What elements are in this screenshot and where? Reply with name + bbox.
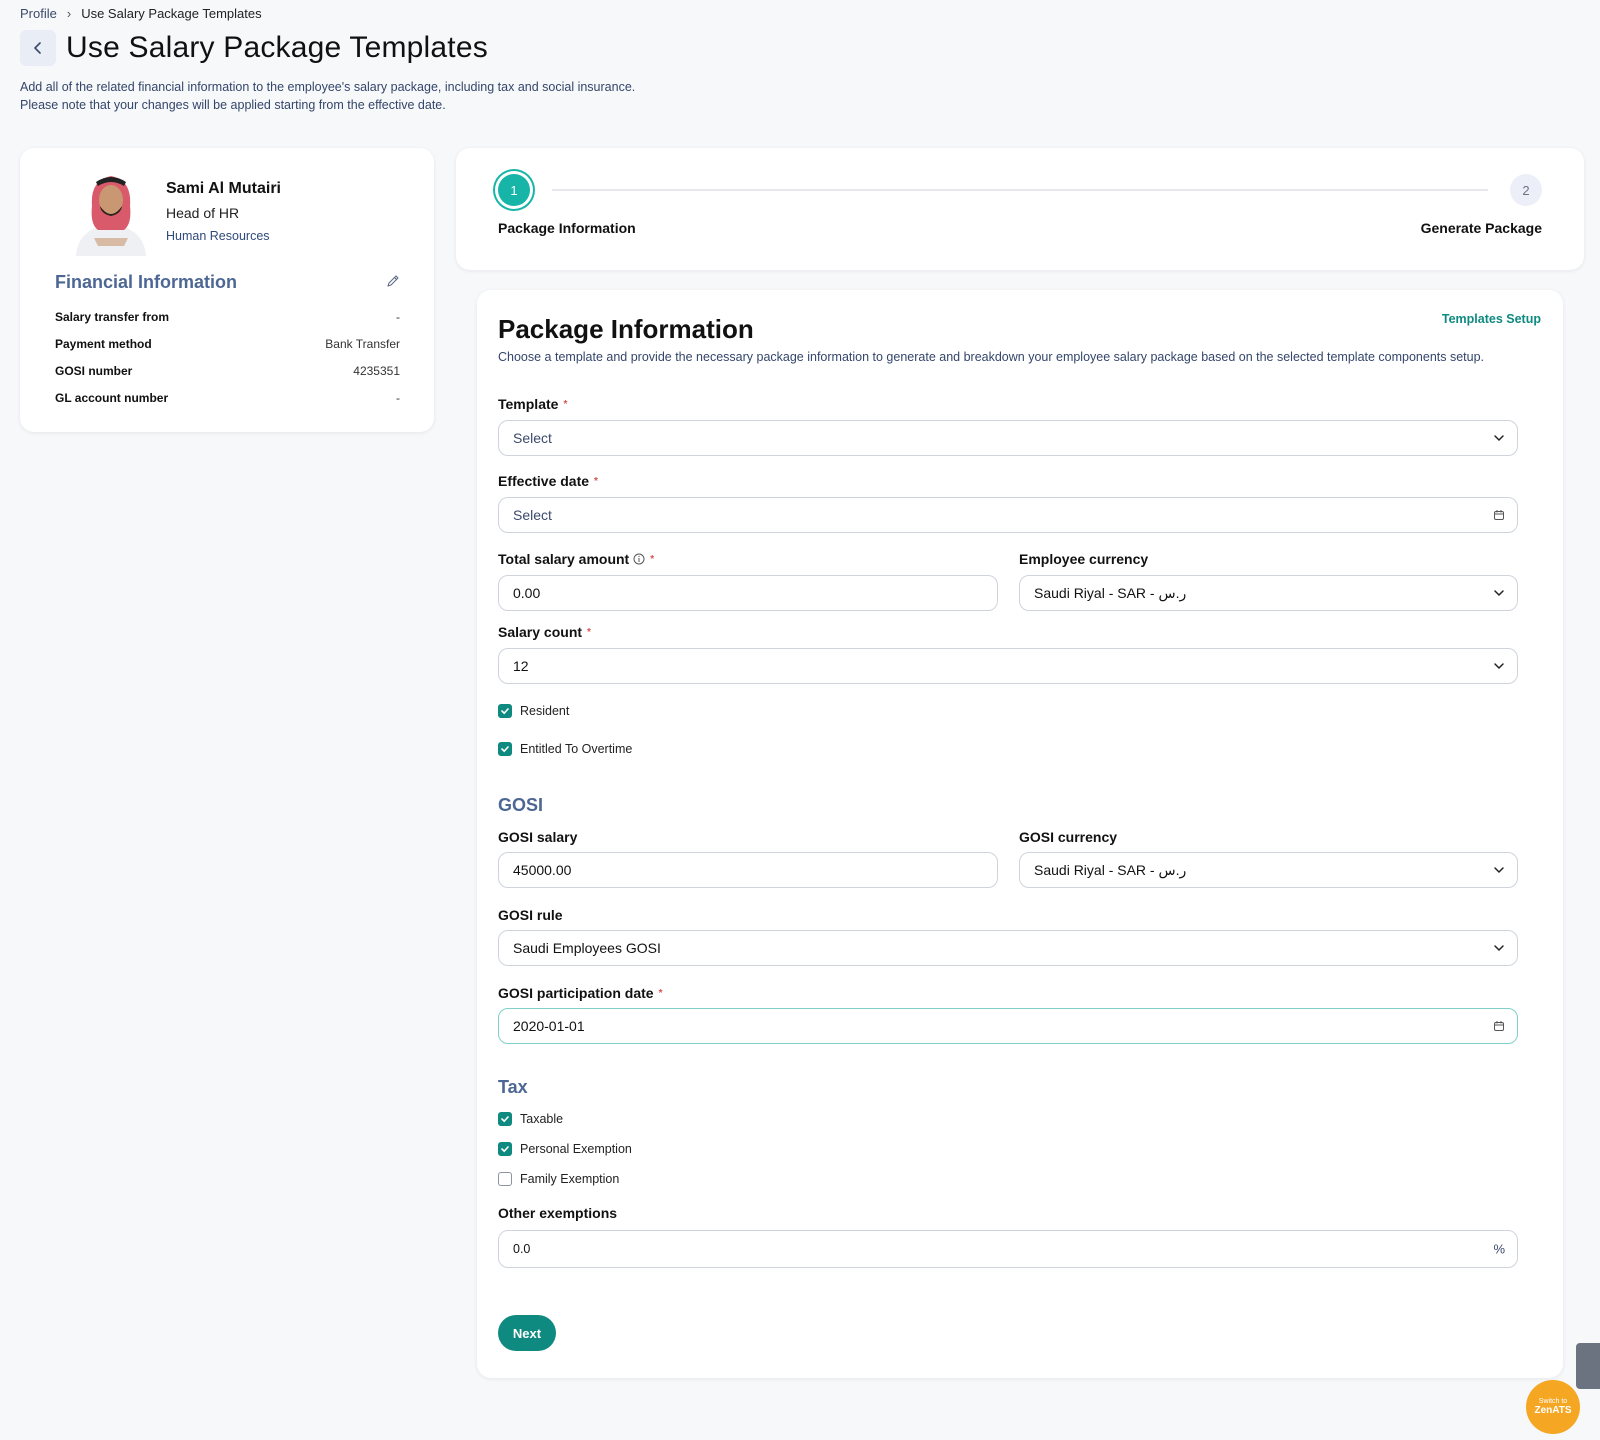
gosi-section-title: GOSI [498,795,544,815]
chevron-down-icon [1493,864,1505,876]
gosi-salary-label: GOSI salary [498,829,578,845]
family-exemption-checkbox[interactable]: Family Exemption [498,1172,619,1186]
step-connector [552,189,1488,191]
breadcrumb-current: Use Salary Package Templates [81,6,262,21]
financial-row: Salary transfer from - [55,310,400,324]
breadcrumb-profile-link[interactable]: Profile [20,6,57,21]
gosi-currency-select[interactable]: Saudi Riyal - SAR - ر.س [1019,852,1518,888]
financial-row-label: GL account number [55,391,169,405]
tax-section-title: Tax [498,1077,528,1097]
chevron-down-icon [1493,942,1505,954]
employee-currency-select[interactable]: Saudi Riyal - SAR - ر.س [1019,575,1518,611]
overtime-checkbox[interactable]: Entitled To Overtime [498,742,632,756]
checkbox-checked-icon [498,704,512,718]
financial-row-label: GOSI number [55,364,133,378]
title-row: Use Salary Package Templates [20,30,488,66]
template-select[interactable]: Select [498,420,1518,456]
financial-row: GL account number - [55,391,400,405]
step-1-indicator[interactable]: 1 [498,174,530,206]
employee-profile-card: Sami Al Mutairi Head of HR Human Resourc… [20,148,434,432]
step-2-indicator[interactable]: 2 [1510,174,1542,206]
chevron-down-icon [1493,660,1505,672]
form-description: Choose a template and provide the necess… [498,350,1485,364]
financial-row-value: - [396,391,400,405]
employee-department-link[interactable]: Human Resources [166,229,270,243]
page-description: Add all of the related financial informa… [20,80,636,112]
avatar [66,166,156,256]
financial-row-label: Payment method [55,337,152,351]
effective-date-label: Effective date * [498,473,598,489]
employee-role: Head of HR [166,205,240,221]
gosi-salary-input[interactable]: 45000.00 [498,852,998,888]
employee-currency-label: Employee currency [1019,551,1149,567]
salary-count-label: Salary count * [498,624,591,640]
scroll-to-top-button[interactable] [1576,1343,1600,1389]
step-1-label: Package Information [498,220,636,236]
percent-suffix: % [1493,1241,1505,1257]
salary-count-select[interactable]: 12 [498,648,1518,684]
financial-row-value: Bank Transfer [325,337,400,351]
checkbox-checked-icon [498,1142,512,1156]
switch-to-zenats-button[interactable]: Switch to ZenATS [1526,1380,1580,1434]
other-exemptions-input[interactable]: 0.0 % [498,1230,1518,1268]
gosi-rule-select[interactable]: Saudi Employees GOSI [498,930,1518,966]
pencil-icon[interactable] [386,274,400,293]
other-exemptions-label: Other exemptions [498,1205,618,1221]
financial-row-value: 4235351 [353,364,400,378]
employee-name: Sami Al Mutairi [166,180,281,197]
gosi-participation-date-picker[interactable]: 2020-01-01 [498,1008,1518,1044]
next-button[interactable]: Next [498,1315,556,1351]
financial-row: Payment method Bank Transfer [55,337,400,351]
total-salary-input[interactable]: 0.00 [498,575,998,611]
gosi-currency-label: GOSI currency [1019,829,1118,845]
calendar-icon [1493,1020,1505,1032]
taxable-checkbox[interactable]: Taxable [498,1112,563,1126]
back-button[interactable] [20,30,56,66]
chevron-down-icon [1493,587,1505,599]
effective-date-picker[interactable]: Select [498,497,1518,533]
template-label: Template * [498,396,568,412]
checkbox-unchecked-icon [498,1172,512,1186]
stepper-card: 1 2 Package Information Generate Package [456,148,1584,270]
checkbox-checked-icon [498,1112,512,1126]
financial-information-title: Financial Information [55,272,238,292]
personal-exemption-checkbox[interactable]: Personal Exemption [498,1142,632,1156]
financial-row-value: - [396,310,400,324]
gosi-rule-label: GOSI rule [498,907,563,923]
page-title: Use Salary Package Templates [66,31,488,64]
gosi-participation-date-label: GOSI participation date * [498,985,663,1001]
resident-checkbox[interactable]: Resident [498,704,569,718]
form-title: Package Information [498,314,754,344]
chevron-left-icon [34,42,41,54]
package-information-form: Package Information Templates Setup Choo… [477,290,1563,1378]
info-icon [633,553,645,565]
total-salary-label: Total salary amount * [498,551,655,567]
chevron-right-icon: › [66,6,72,21]
calendar-icon [1493,509,1505,521]
financial-row: GOSI number 4235351 [55,364,400,378]
step-2-label: Generate Package [1420,220,1542,236]
financial-row-label: Salary transfer from [55,310,170,324]
chevron-down-icon [1493,432,1505,444]
breadcrumb: Profile › Use Salary Package Templates [20,6,262,21]
checkbox-checked-icon [498,742,512,756]
templates-setup-link[interactable]: Templates Setup [1442,312,1541,326]
